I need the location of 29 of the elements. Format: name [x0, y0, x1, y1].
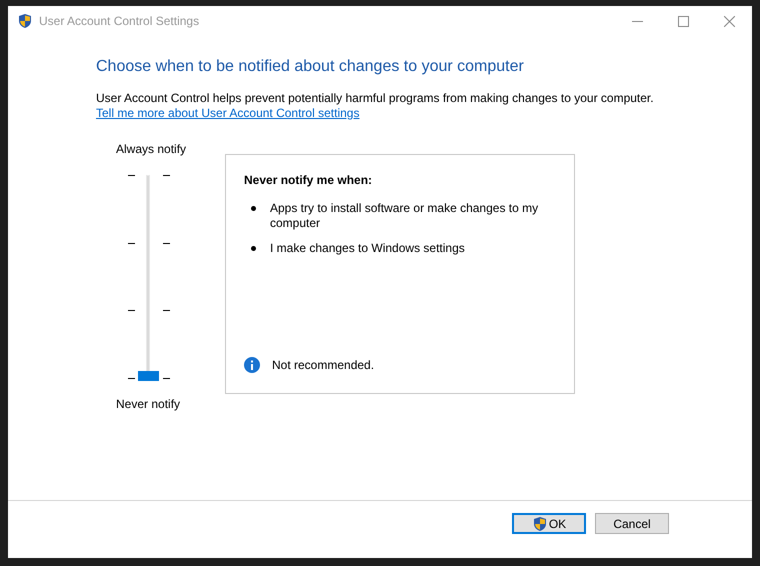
minimize-icon	[632, 20, 642, 22]
description: User Account Control helps prevent potentially harmful programs from making changes to your computer.	[96, 91, 655, 105]
info-icon	[244, 357, 260, 373]
tick-mark	[163, 378, 170, 379]
list-item: Apps try to install software or make changes to my computer	[270, 201, 540, 231]
maximize-icon	[678, 16, 688, 26]
slider-bottom-label: Never notify	[116, 397, 182, 411]
dialog-button[interactable]: Cancel	[595, 513, 669, 534]
close-icon	[724, 16, 734, 26]
slider-thumb[interactable]	[138, 371, 159, 381]
window-title: User Account Control Settings	[39, 14, 200, 28]
bullet-icon	[251, 206, 256, 211]
tick-mark	[128, 378, 135, 379]
tick-mark	[163, 242, 170, 244]
tick-mark	[163, 175, 170, 176]
bullet-icon	[251, 246, 256, 251]
tick-mark	[128, 175, 135, 176]
heading: Choose when to be notified about changes to your computer	[96, 58, 525, 76]
help-link[interactable]: Tell me more about User Account Control settings	[96, 106, 360, 120]
list-item: I make changes to Windows settings	[270, 241, 466, 256]
tick-mark	[128, 242, 135, 244]
tick-mark	[128, 310, 135, 312]
note-text: Not recommended.	[272, 358, 374, 372]
panel-title: Never notify me when:	[244, 173, 374, 187]
slider-top-label: Always notify	[116, 142, 188, 156]
dialog-button[interactable]: OK	[512, 513, 586, 534]
shield-icon	[17, 13, 33, 29]
shield-icon	[532, 516, 548, 532]
tick-mark	[163, 310, 170, 312]
